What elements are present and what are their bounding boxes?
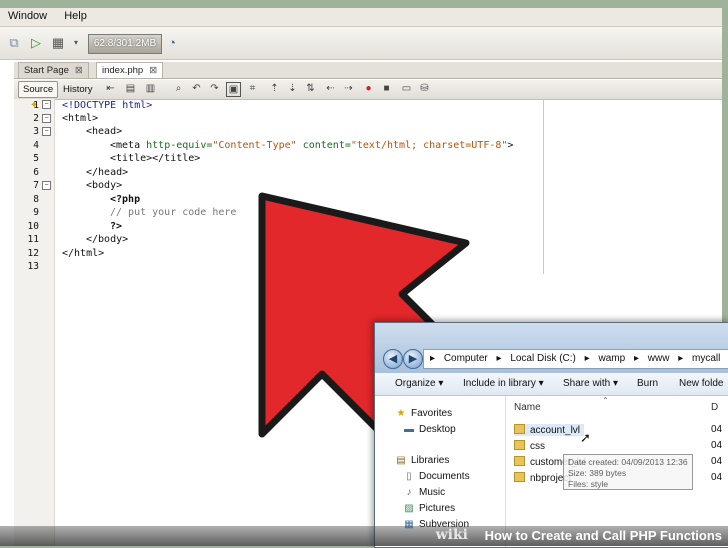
nav-desktop[interactable]: ▬ Desktop bbox=[403, 424, 456, 435]
breadcrumb-item[interactable]: Computer bbox=[444, 353, 488, 364]
new-folder-button[interactable]: New folde bbox=[679, 378, 723, 389]
desktop-icon: ▬ bbox=[404, 424, 414, 435]
nav-pictures[interactable]: ▨ Pictures bbox=[403, 503, 455, 514]
breadcrumb-item[interactable]: Local Disk (C:) bbox=[510, 353, 576, 364]
file-date: 04 bbox=[711, 472, 723, 483]
include-in-library-button[interactable]: Include in library ▾ bbox=[463, 378, 544, 389]
library-icon: ▤ bbox=[396, 455, 406, 466]
column-header-date[interactable]: D bbox=[711, 402, 718, 413]
breadcrumb-separator-icon: ▸ bbox=[496, 353, 502, 364]
wikihow-logo: wiki bbox=[435, 527, 468, 543]
breadcrumb-item[interactable]: mycall bbox=[692, 353, 720, 364]
breadcrumb-item[interactable]: wamp bbox=[598, 353, 625, 364]
sort-chevron-icon: ⌃ bbox=[602, 396, 609, 405]
nav-label: Libraries bbox=[411, 455, 450, 466]
nav-favorites[interactable]: ★ Favorites bbox=[395, 408, 453, 419]
tooltip-line: Size: 389 bytes bbox=[568, 468, 627, 478]
explorer-title-area: ◀ ▶ ▸ Computer ▸ Local Disk (C:) ▸ wamp … bbox=[375, 323, 728, 373]
documents-icon: ▯ bbox=[406, 471, 412, 482]
nav-documents[interactable]: ▯ Documents bbox=[403, 471, 470, 482]
nav-label: Music bbox=[419, 487, 446, 498]
address-bar[interactable]: ▸ Computer ▸ Local Disk (C:) ▸ wamp ▸ ww… bbox=[423, 349, 728, 369]
breadcrumb-separator-icon: ▸ bbox=[678, 353, 684, 364]
list-item[interactable]: account_lvl bbox=[514, 424, 584, 436]
forward-arrow-icon[interactable]: ▶ bbox=[403, 349, 423, 369]
file-date: 04 bbox=[711, 424, 723, 435]
nav-music[interactable]: ♪ Music bbox=[403, 487, 446, 498]
nav-label: Desktop bbox=[419, 424, 456, 435]
folder-icon bbox=[514, 440, 525, 450]
back-arrow-icon[interactable]: ◀ bbox=[383, 349, 403, 369]
navigation-pane: ★ Favorites ▬ Desktop ▤ Libraries ▯ Document… bbox=[375, 396, 506, 547]
column-header-name[interactable]: Name bbox=[514, 402, 541, 413]
caption-bar: wiki How to Create and Call PHP Function… bbox=[0, 526, 728, 546]
star-icon: ★ bbox=[396, 408, 406, 419]
nav-label: Favorites bbox=[411, 408, 453, 419]
file-tooltip: Date created: 04/09/2013 12:36 Size: 389… bbox=[563, 454, 693, 490]
organize-button[interactable]: Organize ▾ bbox=[395, 378, 443, 389]
file-date: 04 bbox=[711, 440, 723, 451]
caption-title: How to Create and Call PHP Functions bbox=[484, 528, 722, 543]
music-icon: ♪ bbox=[406, 487, 412, 498]
folder-icon bbox=[514, 424, 525, 434]
command-bar: Organize ▾ Include in library ▾ Share wi… bbox=[375, 373, 728, 396]
nav-label: Pictures bbox=[419, 503, 456, 514]
mouse-cursor-icon: ➚ bbox=[580, 430, 591, 445]
file-name: css bbox=[530, 441, 545, 452]
breadcrumb-separator-icon: ▸ bbox=[584, 353, 590, 364]
folder-icon bbox=[514, 472, 525, 482]
list-item[interactable]: css bbox=[514, 440, 545, 452]
breadcrumb-item[interactable]: www bbox=[648, 353, 670, 364]
nav-label: Documents bbox=[419, 471, 470, 482]
pictures-icon: ▨ bbox=[404, 503, 414, 514]
burn-button[interactable]: Burn bbox=[637, 378, 658, 389]
file-date: 04 bbox=[711, 456, 723, 467]
breadcrumb-separator-icon: ▸ bbox=[633, 353, 639, 364]
share-with-button[interactable]: Share with ▾ bbox=[563, 378, 618, 389]
file-name: account_lvl bbox=[530, 425, 581, 436]
explorer-window: ◀ ▶ ▸ Computer ▸ Local Disk (C:) ▸ wamp … bbox=[374, 322, 728, 548]
folder-icon bbox=[514, 456, 525, 466]
nav-libraries[interactable]: ▤ Libraries bbox=[395, 455, 449, 466]
breadcrumb-separator-icon: ▸ bbox=[430, 353, 436, 364]
tooltip-line: Files: style bbox=[568, 479, 609, 489]
tooltip-line: Date created: 04/09/2013 12:36 bbox=[568, 457, 688, 467]
